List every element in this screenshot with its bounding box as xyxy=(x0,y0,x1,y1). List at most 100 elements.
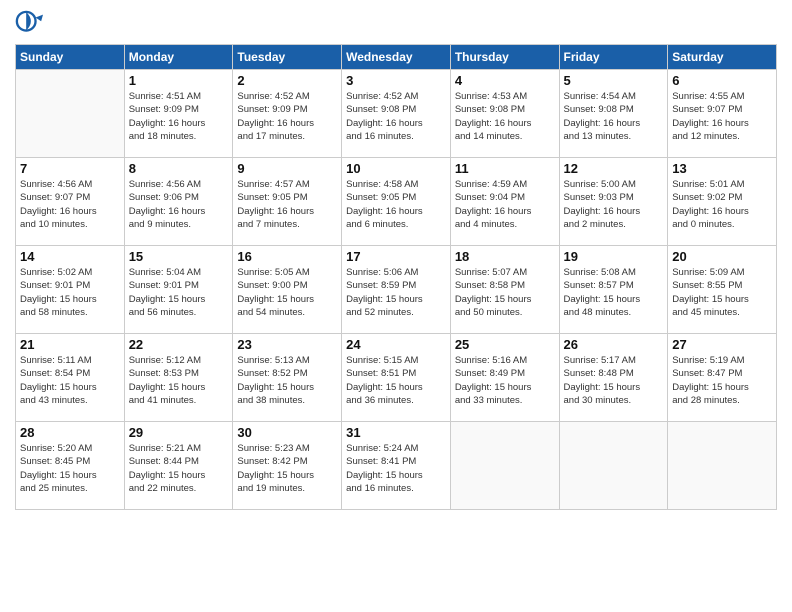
day-number: 27 xyxy=(672,337,772,352)
day-info: Sunrise: 4:56 AM Sunset: 9:06 PM Dayligh… xyxy=(129,178,229,231)
calendar-cell: 20Sunrise: 5:09 AM Sunset: 8:55 PM Dayli… xyxy=(668,246,777,334)
weekday-header-sunday: Sunday xyxy=(16,45,125,70)
calendar-cell: 4 Sunrise: 4:53 AM Sunset: 9:08 PM Daylig… xyxy=(450,70,559,158)
day-number: 28 xyxy=(20,425,120,440)
calendar-cell: 13 Sunrise: 5:01 AM Sunset: 9:02 PM Dayli… xyxy=(668,158,777,246)
day-info: Sunrise: 4:57 AM Sunset: 9:05 PM Dayligh… xyxy=(237,178,337,231)
day-number: 2 xyxy=(237,73,337,88)
day-info: Sunrise: 5:21 AM Sunset: 8:44 PM Dayligh… xyxy=(129,442,229,495)
weekday-header-tuesday: Tuesday xyxy=(233,45,342,70)
day-info: Sunrise: 5:08 AM Sunset: 8:57 PM Dayligh… xyxy=(564,266,664,319)
day-number: 20 xyxy=(672,249,772,264)
calendar-cell: 5Sunrise: 4:54 AM Sunset: 9:08 PM Daylig… xyxy=(559,70,668,158)
calendar-cell xyxy=(668,422,777,510)
day-info: Sunrise: 4:51 AM Sunset: 9:09 PM Dayligh… xyxy=(129,90,229,143)
day-number: 16 xyxy=(237,249,337,264)
calendar-cell: 25 Sunrise: 5:16 AM Sunset: 8:49 PM Dayli… xyxy=(450,334,559,422)
calendar-cell: 23 Sunrise: 5:13 AM Sunset: 8:52 PM Dayli… xyxy=(233,334,342,422)
calendar-cell: 30 Sunrise: 5:23 AM Sunset: 8:42 PM Dayli… xyxy=(233,422,342,510)
day-info: Sunrise: 5:24 AM Sunset: 8:41 PM Dayligh… xyxy=(346,442,446,495)
calendar-cell: 3Sunrise: 4:52 AM Sunset: 9:08 PM Daylig… xyxy=(342,70,451,158)
day-number: 7 xyxy=(20,161,120,176)
calendar-cell: 31 Sunrise: 5:24 AM Sunset: 8:41 PM Dayli… xyxy=(342,422,451,510)
calendar-cell: 28 Sunrise: 5:20 AM Sunset: 8:45 PM Dayli… xyxy=(16,422,125,510)
day-number: 24 xyxy=(346,337,446,352)
day-info: Sunrise: 5:20 AM Sunset: 8:45 PM Dayligh… xyxy=(20,442,120,495)
calendar-cell: 29 Sunrise: 5:21 AM Sunset: 8:44 PM Dayli… xyxy=(124,422,233,510)
day-number: 4 xyxy=(455,73,555,88)
calendar-cell: 7 Sunrise: 4:56 AM Sunset: 9:07 PM Daylig… xyxy=(16,158,125,246)
calendar-week-1: 7 Sunrise: 4:56 AM Sunset: 9:07 PM Daylig… xyxy=(16,158,777,246)
day-info: Sunrise: 5:02 AM Sunset: 9:01 PM Dayligh… xyxy=(20,266,120,319)
calendar-cell: 1 Sunrise: 4:51 AM Sunset: 9:09 PM Daylig… xyxy=(124,70,233,158)
day-number: 11 xyxy=(455,161,555,176)
day-number: 17 xyxy=(346,249,446,264)
calendar-cell xyxy=(450,422,559,510)
weekday-header-monday: Monday xyxy=(124,45,233,70)
page-header xyxy=(15,10,777,38)
day-info: Sunrise: 4:52 AM Sunset: 9:09 PM Dayligh… xyxy=(237,90,337,143)
calendar-cell: 8Sunrise: 4:56 AM Sunset: 9:06 PM Daylig… xyxy=(124,158,233,246)
day-number: 12 xyxy=(564,161,664,176)
day-info: Sunrise: 4:53 AM Sunset: 9:08 PM Dayligh… xyxy=(455,90,555,143)
calendar-cell: 27 Sunrise: 5:19 AM Sunset: 8:47 PM Dayli… xyxy=(668,334,777,422)
day-number: 15 xyxy=(129,249,229,264)
day-number: 13 xyxy=(672,161,772,176)
day-number: 10 xyxy=(346,161,446,176)
calendar-cell: 15 Sunrise: 5:04 AM Sunset: 9:01 PM Dayli… xyxy=(124,246,233,334)
day-number: 29 xyxy=(129,425,229,440)
calendar-cell: 12 Sunrise: 5:00 AM Sunset: 9:03 PM Dayli… xyxy=(559,158,668,246)
calendar-cell: 9 Sunrise: 4:57 AM Sunset: 9:05 PM Daylig… xyxy=(233,158,342,246)
weekday-header-friday: Friday xyxy=(559,45,668,70)
day-info: Sunrise: 5:04 AM Sunset: 9:01 PM Dayligh… xyxy=(129,266,229,319)
weekday-header-row: SundayMondayTuesdayWednesdayThursdayFrid… xyxy=(16,45,777,70)
day-info: Sunrise: 4:56 AM Sunset: 9:07 PM Dayligh… xyxy=(20,178,120,231)
day-number: 14 xyxy=(20,249,120,264)
day-info: Sunrise: 5:05 AM Sunset: 9:00 PM Dayligh… xyxy=(237,266,337,319)
logo xyxy=(15,10,47,38)
day-info: Sunrise: 4:59 AM Sunset: 9:04 PM Dayligh… xyxy=(455,178,555,231)
calendar-cell xyxy=(16,70,125,158)
calendar-cell: 22Sunrise: 5:12 AM Sunset: 8:53 PM Dayli… xyxy=(124,334,233,422)
day-info: Sunrise: 4:54 AM Sunset: 9:08 PM Dayligh… xyxy=(564,90,664,143)
day-number: 19 xyxy=(564,249,664,264)
day-info: Sunrise: 4:55 AM Sunset: 9:07 PM Dayligh… xyxy=(672,90,772,143)
day-info: Sunrise: 5:23 AM Sunset: 8:42 PM Dayligh… xyxy=(237,442,337,495)
weekday-header-wednesday: Wednesday xyxy=(342,45,451,70)
calendar-cell: 10Sunrise: 4:58 AM Sunset: 9:05 PM Dayli… xyxy=(342,158,451,246)
calendar-cell: 18 Sunrise: 5:07 AM Sunset: 8:58 PM Dayli… xyxy=(450,246,559,334)
day-info: Sunrise: 5:19 AM Sunset: 8:47 PM Dayligh… xyxy=(672,354,772,407)
day-number: 9 xyxy=(237,161,337,176)
day-number: 18 xyxy=(455,249,555,264)
calendar-table: SundayMondayTuesdayWednesdayThursdayFrid… xyxy=(15,44,777,510)
day-info: Sunrise: 5:16 AM Sunset: 8:49 PM Dayligh… xyxy=(455,354,555,407)
day-info: Sunrise: 5:07 AM Sunset: 8:58 PM Dayligh… xyxy=(455,266,555,319)
day-number: 1 xyxy=(129,73,229,88)
weekday-header-saturday: Saturday xyxy=(668,45,777,70)
calendar-cell: 17 Sunrise: 5:06 AM Sunset: 8:59 PM Dayli… xyxy=(342,246,451,334)
logo-icon xyxy=(15,10,43,38)
calendar-cell: 24Sunrise: 5:15 AM Sunset: 8:51 PM Dayli… xyxy=(342,334,451,422)
day-number: 25 xyxy=(455,337,555,352)
day-info: Sunrise: 5:06 AM Sunset: 8:59 PM Dayligh… xyxy=(346,266,446,319)
day-number: 6 xyxy=(672,73,772,88)
day-info: Sunrise: 5:17 AM Sunset: 8:48 PM Dayligh… xyxy=(564,354,664,407)
page-container: SundayMondayTuesdayWednesdayThursdayFrid… xyxy=(0,0,792,612)
day-number: 3 xyxy=(346,73,446,88)
day-number: 22 xyxy=(129,337,229,352)
day-info: Sunrise: 5:01 AM Sunset: 9:02 PM Dayligh… xyxy=(672,178,772,231)
calendar-cell: 14 Sunrise: 5:02 AM Sunset: 9:01 PM Dayli… xyxy=(16,246,125,334)
calendar-week-3: 21 Sunrise: 5:11 AM Sunset: 8:54 PM Dayli… xyxy=(16,334,777,422)
day-info: Sunrise: 5:00 AM Sunset: 9:03 PM Dayligh… xyxy=(564,178,664,231)
calendar-week-0: 1 Sunrise: 4:51 AM Sunset: 9:09 PM Daylig… xyxy=(16,70,777,158)
day-number: 23 xyxy=(237,337,337,352)
day-number: 31 xyxy=(346,425,446,440)
day-number: 30 xyxy=(237,425,337,440)
day-info: Sunrise: 5:11 AM Sunset: 8:54 PM Dayligh… xyxy=(20,354,120,407)
calendar-cell: 21 Sunrise: 5:11 AM Sunset: 8:54 PM Dayli… xyxy=(16,334,125,422)
day-info: Sunrise: 5:13 AM Sunset: 8:52 PM Dayligh… xyxy=(237,354,337,407)
calendar-cell: 11 Sunrise: 4:59 AM Sunset: 9:04 PM Dayli… xyxy=(450,158,559,246)
calendar-week-2: 14 Sunrise: 5:02 AM Sunset: 9:01 PM Dayli… xyxy=(16,246,777,334)
calendar-cell xyxy=(559,422,668,510)
day-number: 21 xyxy=(20,337,120,352)
